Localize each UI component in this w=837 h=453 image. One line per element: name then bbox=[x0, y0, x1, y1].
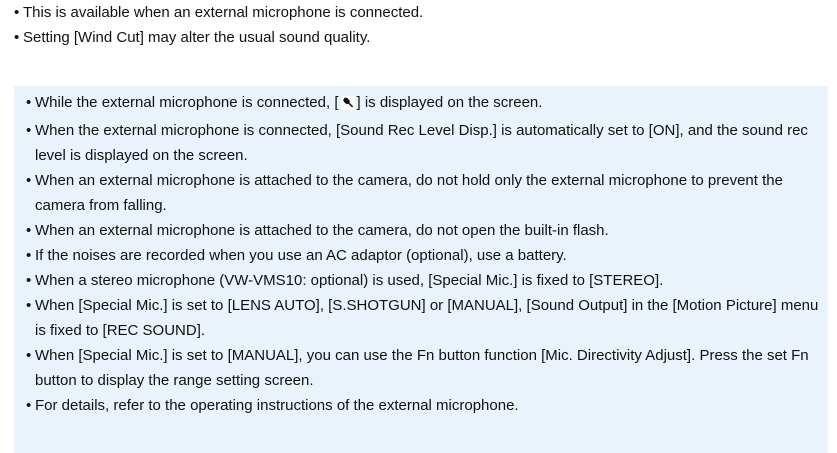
bullet: • bbox=[26, 297, 32, 314]
external-mic-icon bbox=[340, 93, 355, 118]
list-item: • While the external microphone is conne… bbox=[26, 90, 822, 118]
list-item: • When [Special Mic.] is set to [MANUAL]… bbox=[26, 343, 822, 393]
note-line: • This is available when an external mic… bbox=[14, 0, 824, 25]
list-item-text: When [Special Mic.] is set to [MANUAL], … bbox=[35, 347, 809, 389]
text-before-icon: While the external microphone is connect… bbox=[35, 94, 339, 111]
bullet: • bbox=[26, 272, 32, 289]
list-item-text: For details, refer to the operating inst… bbox=[35, 397, 519, 414]
bullet: • bbox=[26, 122, 32, 139]
bullet: • bbox=[26, 94, 32, 111]
note-line: • Setting [Wind Cut] may alter the usual… bbox=[14, 25, 824, 50]
note-text: This is available when an external micro… bbox=[23, 4, 424, 21]
note-text: Setting [Wind Cut] may alter the usual s… bbox=[23, 29, 371, 46]
list-item: • When an external microphone is attache… bbox=[26, 218, 822, 243]
bullet: • bbox=[26, 347, 32, 364]
bullet: • bbox=[14, 4, 20, 21]
list-item: • When [Special Mic.] is set to [LENS AU… bbox=[26, 293, 822, 343]
note-list: • While the external microphone is conne… bbox=[26, 90, 822, 418]
note-box: • While the external microphone is conne… bbox=[14, 86, 828, 453]
list-item-text: When an external microphone is attached … bbox=[35, 172, 783, 214]
list-item: • For details, refer to the operating in… bbox=[26, 393, 822, 418]
list-item: • When a stereo microphone (VW-VMS10: op… bbox=[26, 268, 822, 293]
list-item: • When an external microphone is attache… bbox=[26, 168, 822, 218]
text-after-icon: ] is displayed on the screen. bbox=[356, 94, 543, 111]
bullet: • bbox=[26, 247, 32, 264]
bullet: • bbox=[26, 172, 32, 189]
list-item-text: When [Special Mic.] is set to [LENS AUTO… bbox=[35, 297, 819, 339]
bullet: • bbox=[14, 29, 20, 46]
bullet: • bbox=[26, 222, 32, 239]
list-item-text: While the external microphone is connect… bbox=[35, 90, 822, 118]
list-item-text: If the noises are recorded when you use … bbox=[35, 247, 567, 264]
top-notes: • This is available when an external mic… bbox=[14, 0, 824, 50]
list-item-text: When the external microphone is connecte… bbox=[35, 122, 808, 164]
list-item: • If the noises are recorded when you us… bbox=[26, 243, 822, 268]
list-item-text: When a stereo microphone (VW-VMS10: opti… bbox=[35, 272, 664, 289]
list-item-text: When an external microphone is attached … bbox=[35, 222, 609, 239]
list-item: • When the external microphone is connec… bbox=[26, 118, 822, 168]
bullet: • bbox=[26, 397, 32, 414]
